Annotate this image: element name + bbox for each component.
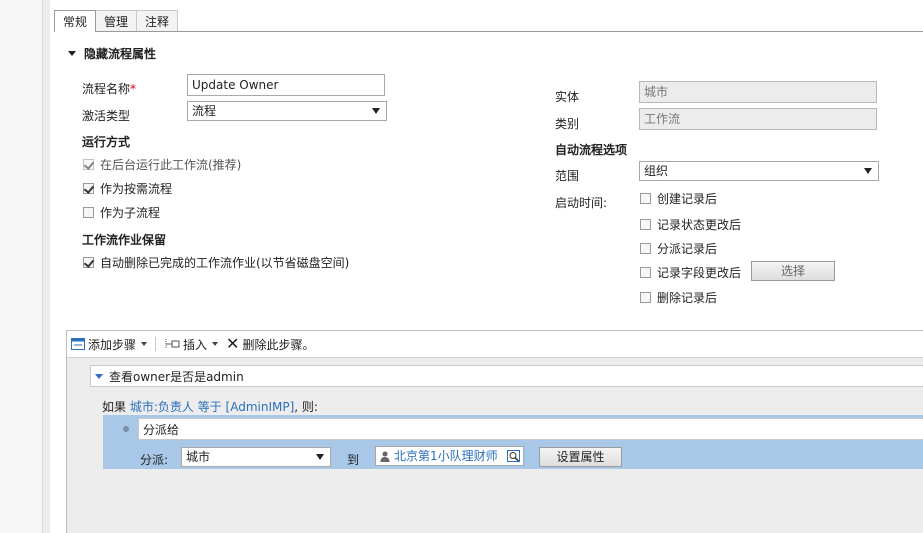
activation-type-value: 流程 xyxy=(192,104,217,118)
start-on-field-change-checkbox[interactable] xyxy=(640,267,651,278)
condition-line: 如果 城市:负责人 等于 [AdminIMP], 则: xyxy=(102,398,318,415)
set-properties-button[interactable]: 设置属性 xyxy=(539,447,622,467)
step-collapse-icon[interactable] xyxy=(95,373,103,379)
run-child-label: 作为子流程 xyxy=(100,206,161,220)
dropdown-arrow-icon xyxy=(864,168,872,174)
condition-link[interactable]: 城市:负责人 等于 [AdminIMP] xyxy=(130,400,294,414)
scope-label: 范围 xyxy=(555,169,580,183)
delete-x-icon: ✕ xyxy=(226,334,240,353)
run-background-label: 在后台运行此工作流(推荐) xyxy=(100,158,242,172)
insert-menu[interactable]: 插入 xyxy=(164,336,219,353)
start-on-delete-label: 删除记录后 xyxy=(657,291,718,305)
assign-label: 分派: xyxy=(140,453,169,467)
start-on-create-label: 创建记录后 xyxy=(657,192,718,206)
start-on-field-change-option: 记录字段更改后 xyxy=(640,264,741,281)
caret-down-icon xyxy=(141,342,148,346)
assign-entity-value: 城市 xyxy=(186,450,211,464)
lookup-search-icon[interactable] xyxy=(507,450,521,463)
insert-label: 插入 xyxy=(183,337,208,352)
run-child-option: 作为子流程 xyxy=(83,204,160,221)
section-title: 隐藏流程属性 xyxy=(84,47,157,61)
start-on-status-change-option: 记录状态更改后 xyxy=(640,216,741,233)
tab-bar: 常规 管理 注释 xyxy=(54,10,179,32)
step-name: 查看owner是否是admin xyxy=(109,369,244,384)
caret-down-icon xyxy=(212,342,219,346)
condition-suffix: , 则: xyxy=(294,400,318,414)
action-bullet-icon xyxy=(123,426,129,432)
assign-entity-select[interactable]: 城市 xyxy=(181,447,331,467)
auto-delete-checkbox[interactable] xyxy=(83,257,94,268)
dropdown-arrow-icon xyxy=(372,108,380,114)
assignee-lookup[interactable]: 北京第1小队理财师 xyxy=(375,446,524,466)
start-on-assign-label: 分派记录后 xyxy=(657,242,718,256)
required-mark: * xyxy=(130,82,137,96)
job-retention-heading: 工作流作业保留 xyxy=(82,233,167,247)
tab-admin[interactable]: 管理 xyxy=(95,10,138,32)
gutter-divider xyxy=(42,0,50,533)
entity-field: 城市 xyxy=(639,81,877,103)
run-child-checkbox[interactable] xyxy=(83,207,94,218)
start-on-delete-option: 删除记录后 xyxy=(640,289,717,306)
run-on-demand-checkbox[interactable] xyxy=(83,183,94,194)
run-mode-heading: 运行方式 xyxy=(82,135,131,149)
collapse-triangle-icon xyxy=(68,51,76,56)
delete-step-label: 删除此步骤。 xyxy=(242,337,315,352)
toolbar-separator xyxy=(155,337,157,351)
start-on-status-change-checkbox[interactable] xyxy=(640,219,651,230)
start-on-create-checkbox[interactable] xyxy=(640,193,651,204)
run-on-demand-option: 作为按需流程 xyxy=(83,180,172,197)
start-on-create-option: 创建记录后 xyxy=(640,190,717,207)
user-icon xyxy=(380,451,390,462)
start-on-field-change-label: 记录字段更改后 xyxy=(657,266,742,280)
tab-underline xyxy=(54,31,923,32)
tab-notes[interactable]: 注释 xyxy=(136,10,179,32)
delete-step-button[interactable]: ✕ 删除此步骤。 xyxy=(226,336,314,353)
run-background-option: 在后台运行此工作流(推荐) xyxy=(83,156,241,173)
select-fields-button[interactable]: 选择 xyxy=(751,261,835,281)
start-on-assign-checkbox[interactable] xyxy=(640,243,651,254)
insert-icon xyxy=(165,339,180,349)
start-on-delete-checkbox[interactable] xyxy=(640,292,651,303)
step-row[interactable]: 查看owner是否是admin xyxy=(90,365,923,387)
to-label: 到 xyxy=(347,453,360,467)
process-name-input[interactable]: Update Owner xyxy=(187,74,385,96)
run-on-demand-label: 作为按需流程 xyxy=(100,182,173,196)
start-on-status-change-label: 记录状态更改后 xyxy=(657,218,742,232)
scope-value: 组织 xyxy=(644,164,669,178)
entity-label: 实体 xyxy=(555,90,580,104)
start-on-assign-option: 分派记录后 xyxy=(640,240,717,257)
tab-general[interactable]: 常规 xyxy=(54,10,97,32)
steps-toolbar: 添加步骤 插入 ✕ 删除此步骤。 xyxy=(66,330,923,358)
run-background-checkbox[interactable] xyxy=(83,159,94,170)
category-label: 类别 xyxy=(555,117,580,131)
activation-type-select[interactable]: 流程 xyxy=(187,101,387,121)
assignee-value: 北京第1小队理财师 xyxy=(394,449,498,463)
add-step-label: 添加步骤 xyxy=(88,337,137,352)
process-name-label: 流程名称* xyxy=(82,82,137,96)
auto-delete-label: 自动删除已完成的工作流作业(以节省磁盘空间) xyxy=(100,256,350,270)
auto-options-heading: 自动流程选项 xyxy=(555,143,628,157)
scope-select[interactable]: 组织 xyxy=(639,161,879,181)
section-toggle[interactable]: 隐藏流程属性 xyxy=(68,45,156,62)
action-name-row[interactable]: 分派给 xyxy=(138,418,923,440)
category-field: 工作流 xyxy=(639,108,877,130)
action-name: 分派给 xyxy=(143,423,180,437)
left-gutter xyxy=(0,0,42,533)
start-when-label: 启动时间: xyxy=(555,196,608,210)
add-step-icon xyxy=(71,338,85,350)
add-step-menu[interactable]: 添加步骤 xyxy=(71,336,148,353)
dropdown-arrow-icon xyxy=(316,454,324,460)
condition-prefix: 如果 xyxy=(102,400,127,414)
activation-type-label: 激活类型 xyxy=(82,109,131,123)
auto-delete-option: 自动删除已完成的工作流作业(以节省磁盘空间) xyxy=(83,254,349,271)
